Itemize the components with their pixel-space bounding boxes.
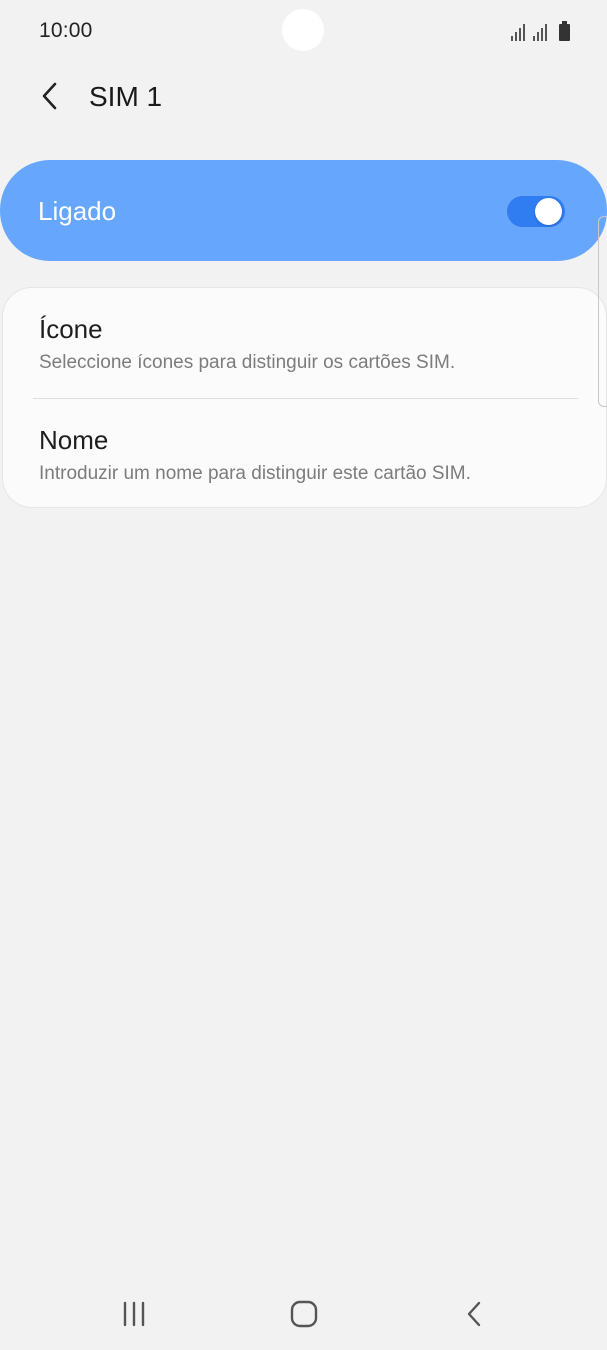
signal-icon [510, 23, 528, 41]
toggle-thumb [535, 198, 562, 225]
recent-apps-button[interactable] [104, 1292, 164, 1336]
status-icons [510, 20, 572, 42]
master-switch-label: Ligado [38, 196, 117, 226]
setting-item-title: Ícone [39, 314, 103, 344]
back-nav-button[interactable] [444, 1292, 504, 1336]
status-time: 10:00 [39, 19, 93, 42]
screen: 10:00 SIM 1 Ligado Ícone Seleccione ícon… [0, 0, 607, 1350]
home-button[interactable] [274, 1292, 334, 1336]
master-toggle[interactable] [507, 196, 565, 227]
scroll-indicator[interactable] [598, 216, 607, 407]
signal-icon [532, 23, 550, 41]
setting-item-name[interactable]: Nome Introduzir um nome para distinguir … [3, 399, 606, 509]
camera-cutout [282, 9, 324, 51]
recent-apps-icon [123, 1301, 145, 1327]
back-button[interactable] [28, 74, 72, 118]
page-title: SIM 1 [89, 81, 163, 112]
battery-icon [559, 21, 570, 41]
setting-item-title: Nome [39, 425, 109, 455]
status-bar: 10:00 [0, 0, 607, 62]
setting-item-subtitle: Introduzir um nome para distinguir este … [39, 463, 471, 484]
home-icon [290, 1300, 318, 1328]
setting-item-subtitle: Seleccione ícones para distinguir os car… [39, 352, 456, 373]
setting-item-icon[interactable]: Ícone Seleccione ícones para distinguir … [3, 288, 606, 398]
back-icon [467, 1301, 481, 1327]
navigation-bar [0, 1278, 607, 1350]
chevron-left-icon [42, 82, 57, 110]
settings-card: Ícone Seleccione ícones para distinguir … [2, 287, 607, 508]
header: SIM 1 [0, 66, 607, 130]
